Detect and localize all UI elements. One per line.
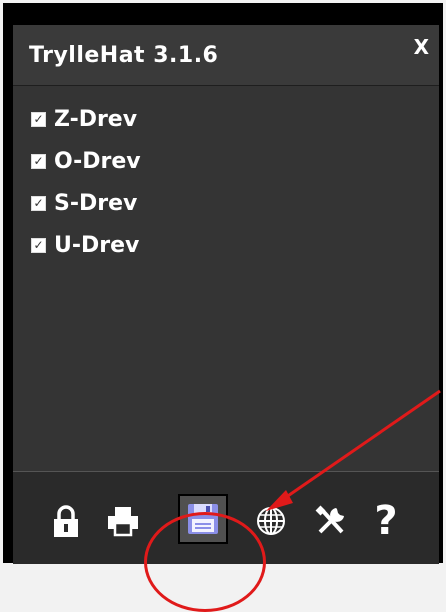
annotation-arrow bbox=[266, 389, 441, 511]
